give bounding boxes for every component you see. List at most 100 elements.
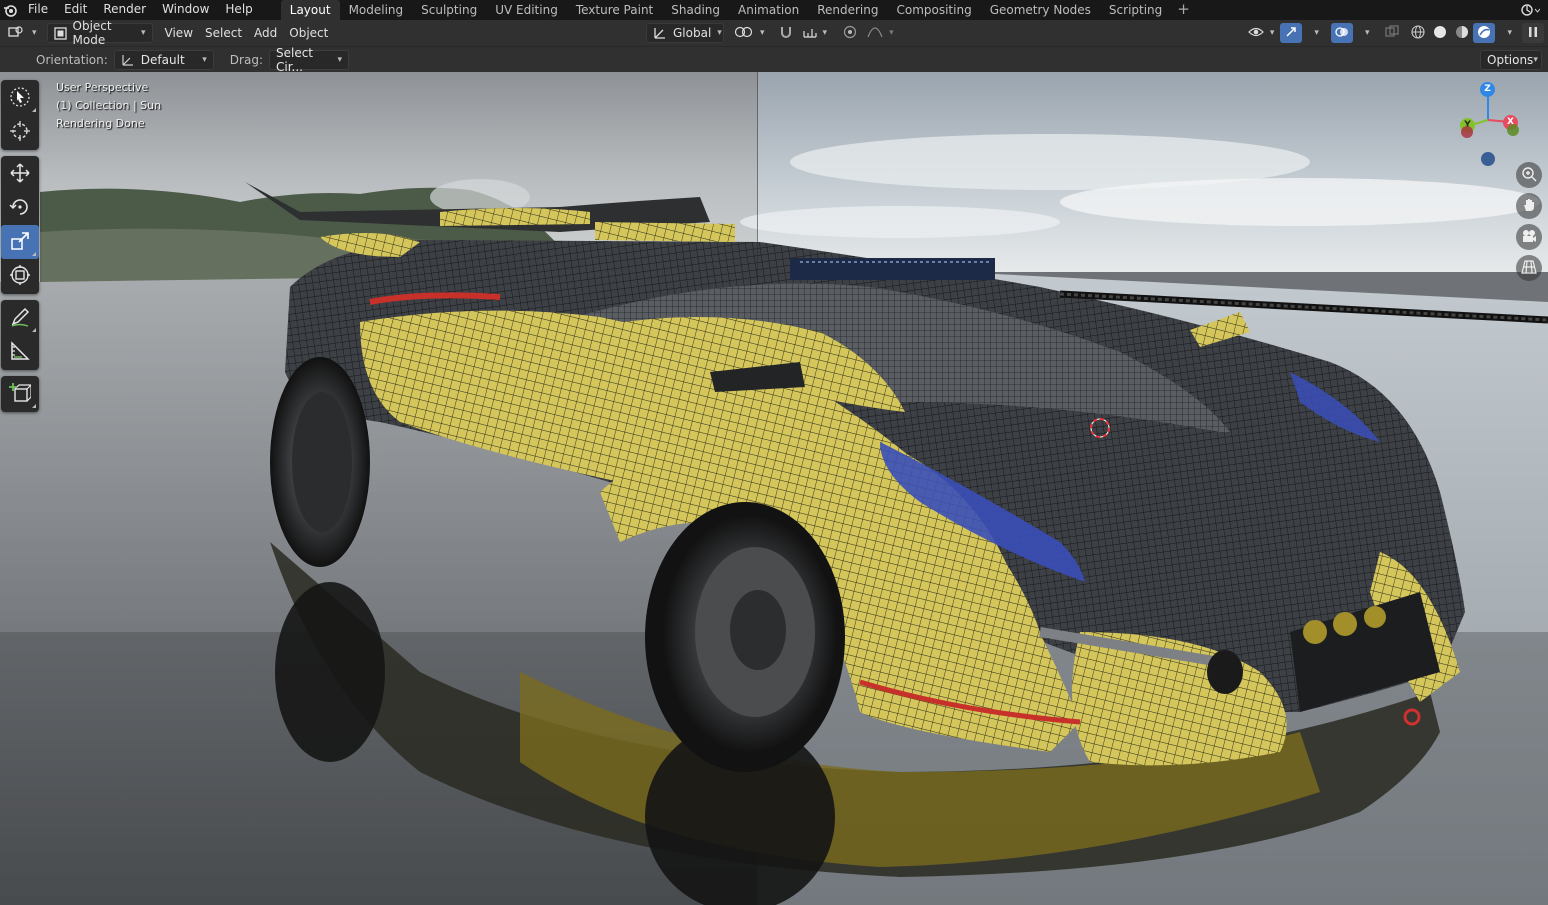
overlay-dropdown[interactable]: ▾ [1353, 23, 1376, 43]
menu-select[interactable]: Select [199, 23, 248, 43]
camera-view-button[interactable] [1516, 224, 1542, 250]
menu-help[interactable]: Help [217, 0, 260, 20]
chevron-down-icon: ▾ [760, 28, 765, 38]
tool-options-corner [32, 252, 36, 256]
pause-icon [1527, 26, 1539, 41]
menu-window[interactable]: Window [154, 0, 217, 20]
zoom-button[interactable] [1516, 162, 1542, 188]
tool-options-corner [32, 108, 36, 112]
3d-viewport[interactable]: User Perspective (1) Collection | Sun Re… [0, 72, 1548, 905]
chevron-down-icon: ▾ [337, 54, 342, 65]
move-tool[interactable] [1, 157, 39, 191]
solid-sphere-icon [1433, 25, 1447, 42]
snap-increment-icon [802, 25, 817, 42]
magnet-icon [779, 25, 793, 42]
tab-compositing[interactable]: Compositing [887, 0, 980, 20]
tab-modeling[interactable]: Modeling [340, 0, 413, 20]
rotate-tool[interactable] [1, 191, 39, 225]
tab-scripting[interactable]: Scripting [1100, 0, 1171, 20]
overlay-toggle[interactable] [1330, 23, 1353, 43]
rotate-icon [9, 196, 31, 221]
menu-object[interactable]: Object [283, 23, 334, 43]
options-dropdown[interactable]: Options ▾ [1480, 50, 1542, 70]
cursor-tool[interactable] [1, 115, 39, 149]
add-workspace-button[interactable]: + [1171, 0, 1196, 20]
add-cube-tool[interactable] [1, 377, 39, 411]
region-divider [757, 72, 758, 282]
gizmo-axis-neg-z[interactable] [1481, 152, 1495, 166]
object-mode-icon [53, 26, 67, 40]
xray-toggle[interactable] [1381, 23, 1403, 43]
shading-dropdown[interactable]: ▾ [1495, 23, 1518, 43]
editor-type-icon [8, 25, 26, 42]
chevron-down-icon: ▾ [1314, 28, 1319, 38]
menu-add[interactable]: Add [248, 23, 283, 43]
gizmo-axis-neg-y[interactable] [1507, 124, 1519, 136]
tab-texture-paint[interactable]: Texture Paint [567, 0, 662, 20]
sidebar-toggle[interactable] [1522, 23, 1544, 43]
menu-view[interactable]: View [159, 23, 199, 43]
menu-file[interactable]: File [20, 0, 56, 20]
tool-settings-bar: Orientation: Default ▾ Drag: Select Cir.… [0, 46, 1548, 74]
tool-options-corner [32, 328, 36, 332]
options-label: Options [1487, 53, 1534, 67]
transform-tool[interactable] [1, 259, 39, 293]
viewport-collection-label: (1) Collection | Sun [56, 99, 162, 112]
snap-target-button[interactable]: ▾ [797, 23, 834, 43]
chevron-down-icon: ▾ [1269, 28, 1275, 38]
top-bar: File Edit Render Window Help Layout Mode… [0, 0, 1548, 20]
gizmo-dropdown[interactable]: ▾ [1302, 23, 1325, 43]
select-tool-group [1, 80, 39, 150]
tab-uv-editing[interactable]: UV Editing [486, 0, 567, 20]
orientation-label: Orientation: [36, 52, 108, 67]
drag-dropdown[interactable]: Select Cir... ▾ [268, 46, 349, 74]
measure-tool[interactable] [1, 335, 39, 369]
scale-tool[interactable] [1, 225, 39, 259]
chevron-down-icon: ▾ [141, 28, 146, 38]
viewport-perspective-label: User Perspective [56, 81, 149, 94]
transform-orientation-dropdown[interactable]: Global ▾ [646, 23, 724, 43]
tab-sculpting[interactable]: Sculpting [412, 0, 486, 20]
pivot-point-button[interactable]: ▾ [728, 23, 771, 43]
menu-render[interactable]: Render [95, 0, 154, 20]
gizmo-axis-neg-x[interactable] [1461, 126, 1473, 138]
add-tool-group [1, 376, 39, 412]
navigation-gizmo[interactable]: Z X Y [1458, 78, 1538, 168]
chevron-down-icon: ▾ [1364, 28, 1370, 38]
proportional-falloff-button[interactable]: ▾ [861, 23, 900, 43]
select-box-tool[interactable] [1, 81, 39, 115]
menu-edit[interactable]: Edit [56, 0, 95, 20]
tab-geometry-nodes[interactable]: Geometry Nodes [981, 0, 1100, 20]
perspective-toggle-button[interactable] [1516, 255, 1542, 281]
tab-rendering[interactable]: Rendering [808, 0, 887, 20]
shading-wireframe-button[interactable] [1407, 23, 1429, 43]
shading-rendered-button[interactable] [1473, 23, 1496, 43]
snap-toggle[interactable] [775, 23, 797, 43]
annotate-tool[interactable] [1, 301, 39, 335]
orientation-dropdown[interactable]: Default ▾ [113, 49, 214, 70]
gizmo-toggle[interactable] [1280, 23, 1303, 43]
ruler-icon [9, 340, 31, 365]
axis-z-label: Z [1484, 84, 1491, 94]
proportional-edit-toggle[interactable] [839, 23, 861, 43]
viewport-render [0, 72, 1548, 905]
orientation-global-icon [653, 26, 667, 40]
orientation-default-icon [121, 53, 135, 67]
tab-shading[interactable]: Shading [662, 0, 729, 20]
zoom-icon [1521, 166, 1537, 185]
chevron-down-icon: ▾ [32, 28, 37, 38]
chevron-down-icon: ▾ [1507, 28, 1512, 38]
shading-solid-button[interactable] [1429, 23, 1451, 43]
scale-icon [9, 230, 31, 255]
pan-button[interactable] [1516, 193, 1542, 219]
editor-type-button[interactable]: ▾ [2, 23, 43, 43]
tab-animation[interactable]: Animation [729, 0, 808, 20]
mode-selector[interactable]: Object Mode ▾ [46, 19, 153, 47]
visibility-button[interactable]: ▾ [1242, 23, 1281, 43]
tab-layout[interactable]: Layout [280, 0, 340, 20]
blender-logo-icon[interactable] [0, 0, 20, 20]
hand-icon [1521, 197, 1537, 216]
shading-material-button[interactable] [1451, 23, 1473, 43]
scene-selector-icon[interactable] [1518, 2, 1542, 18]
gizmo-axis-z[interactable]: Z [1480, 82, 1495, 97]
